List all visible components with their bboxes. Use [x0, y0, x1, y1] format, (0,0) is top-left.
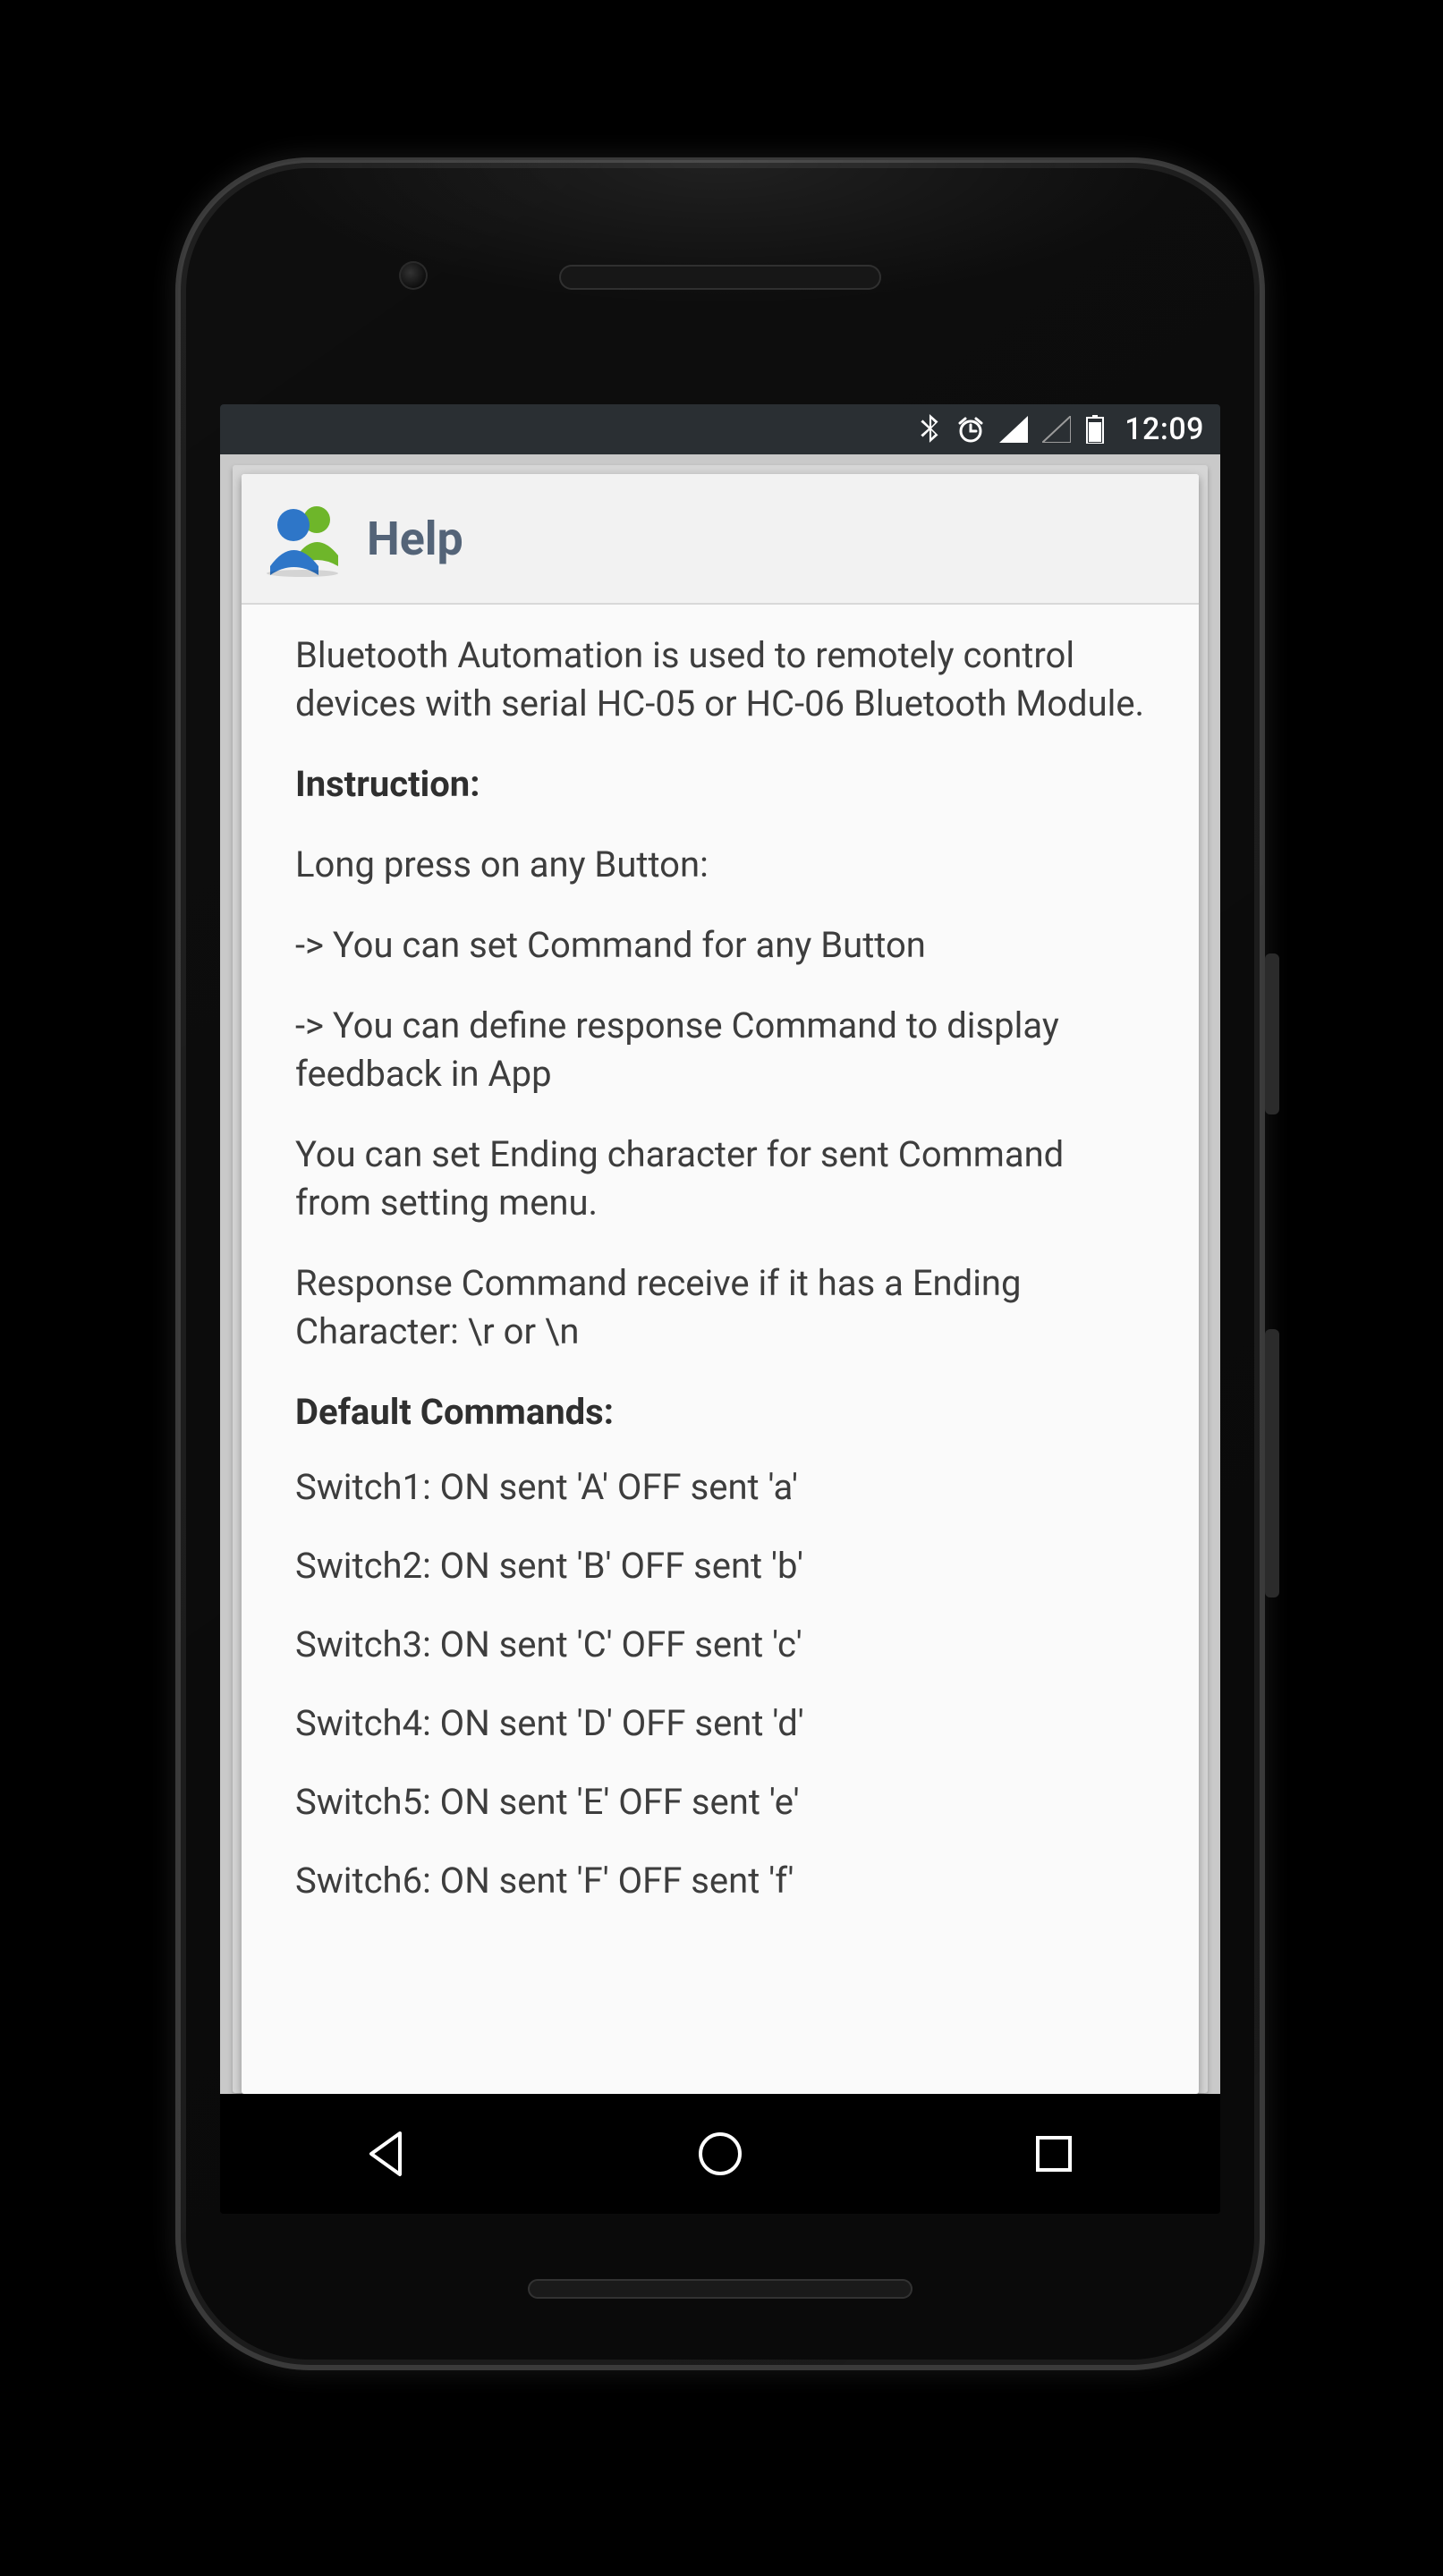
- cell-signal-full-icon: [999, 416, 1028, 443]
- switch5-row: Switch5: ON sent 'E' OFF sent 'e': [295, 1778, 1145, 1826]
- default-commands-heading: Default Commands:: [295, 1388, 1145, 1436]
- power-button[interactable]: [1265, 953, 1279, 1114]
- people-icon: [267, 500, 347, 577]
- longpress-line: Long press on any Button:: [295, 841, 1145, 889]
- response-receive-line: Response Command receive if it has a End…: [295, 1259, 1145, 1356]
- nav-bar: [220, 2094, 1220, 2214]
- switch2-row: Switch2: ON sent 'B' OFF sent 'b': [295, 1542, 1145, 1590]
- status-bar: 12:09: [220, 404, 1220, 454]
- battery-icon: [1085, 415, 1105, 444]
- help-dialog: Help Bluetooth Automation is used to rem…: [242, 474, 1199, 2094]
- dialog-header: Help: [242, 474, 1199, 605]
- cell-signal-empty-icon: [1042, 416, 1071, 443]
- switch1-row: Switch1: ON sent 'A' OFF sent 'a': [295, 1463, 1145, 1512]
- bottom-speaker-pill: [528, 2279, 912, 2299]
- nav-back-button[interactable]: [348, 2115, 425, 2192]
- help-intro: Bluetooth Automation is used to remotely…: [295, 631, 1145, 728]
- alarm-clock-icon: [956, 415, 985, 444]
- dialog-title: Help: [367, 512, 463, 566]
- phone-frame: 12:09: [175, 157, 1265, 2370]
- instruction-heading: Instruction:: [295, 760, 1145, 809]
- switch3-row: Switch3: ON sent 'C' OFF sent 'c': [295, 1621, 1145, 1669]
- earpiece: [559, 265, 881, 290]
- dialog-content[interactable]: Bluetooth Automation is used to remotely…: [242, 605, 1199, 1905]
- dialog-background: Help Bluetooth Automation is used to rem…: [220, 454, 1220, 2094]
- bluetooth-icon: [919, 414, 942, 445]
- volume-rocker[interactable]: [1265, 1329, 1279, 1597]
- ending-char-line: You can set Ending character for sent Co…: [295, 1131, 1145, 1227]
- front-camera: [399, 261, 428, 290]
- response-command-line: -> You can define response Command to di…: [295, 1002, 1145, 1098]
- switch6-row: Switch6: ON sent 'F' OFF sent 'f': [295, 1857, 1145, 1905]
- nav-home-button[interactable]: [682, 2115, 759, 2192]
- default-commands-list: Switch1: ON sent 'A' OFF sent 'a' Switch…: [295, 1463, 1145, 1905]
- nav-recents-button[interactable]: [1015, 2115, 1092, 2192]
- screen: 12:09: [220, 404, 1220, 2214]
- set-command-line: -> You can set Command for any Button: [295, 921, 1145, 970]
- switch4-row: Switch4: ON sent 'D' OFF sent 'd': [295, 1699, 1145, 1748]
- status-clock: 12:09: [1125, 411, 1204, 447]
